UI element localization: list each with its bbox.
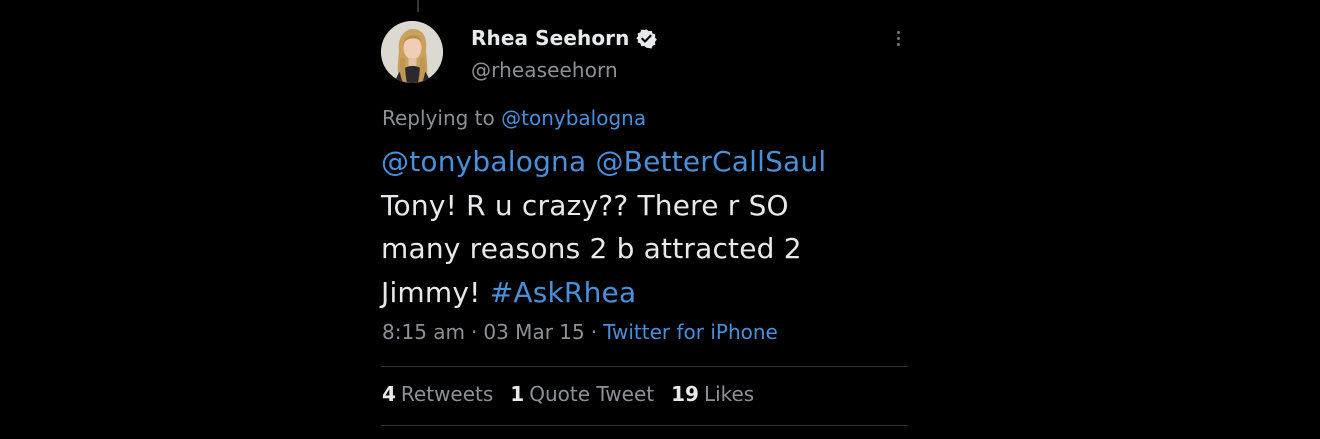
meta-separator: · bbox=[590, 320, 598, 344]
avatar-image bbox=[381, 21, 443, 83]
tweet-date[interactable]: 03 Mar 15 bbox=[483, 320, 584, 344]
likes-label: Likes bbox=[703, 382, 755, 406]
tweet-stats: 4 Retweets 1 Quote Tweet 19 Likes bbox=[382, 382, 754, 406]
thread-connector-line bbox=[417, 0, 419, 12]
replying-to-line: Replying to @tonybalogna bbox=[382, 106, 646, 130]
tweet-text-line-4: Jimmy! #AskRhea bbox=[381, 271, 881, 315]
divider-bottom bbox=[381, 425, 908, 426]
verified-badge-icon bbox=[636, 28, 658, 49]
author-display-name[interactable]: Rhea Seehorn bbox=[471, 26, 629, 50]
mention-tonybalogna[interactable]: @tonybalogna bbox=[381, 145, 586, 178]
replying-prefix: Replying to bbox=[382, 106, 495, 130]
divider-top bbox=[381, 366, 908, 367]
replying-to-mention[interactable]: @tonybalogna bbox=[501, 106, 646, 130]
author-name-row: Rhea Seehorn bbox=[471, 24, 658, 52]
tweet-metadata: 8:15 am · 03 Mar 15 · Twitter for iPhone bbox=[382, 320, 778, 344]
likes-count: 19 bbox=[671, 382, 699, 406]
tweet-time[interactable]: 8:15 am bbox=[382, 320, 465, 344]
likes-stat[interactable]: 19 Likes bbox=[671, 382, 754, 406]
more-options-icon[interactable] bbox=[888, 24, 908, 52]
tweet-text-line-2: Tony! R u crazy?? There r SO bbox=[381, 188, 789, 222]
hashtag-askrhea[interactable]: #AskRhea bbox=[490, 276, 637, 309]
tweet-screenshot: Rhea Seehorn @rheaseehorn Replying to @t… bbox=[0, 0, 1320, 439]
tweet-text: @tonybalogna @BetterCallSaul Tony! R u c… bbox=[381, 140, 881, 314]
retweets-count: 4 bbox=[382, 382, 396, 406]
tweet-text-line-4-prefix: Jimmy! bbox=[381, 275, 481, 309]
quote-tweets-count: 1 bbox=[510, 382, 525, 406]
retweets-label: Retweets bbox=[400, 382, 494, 406]
mention-bettercallsaul[interactable]: @BetterCallSaul bbox=[595, 145, 826, 178]
retweets-stat[interactable]: 4 Retweets bbox=[382, 382, 493, 406]
quote-tweets-label: Quote Tweet bbox=[529, 382, 655, 406]
avatar[interactable] bbox=[381, 21, 443, 83]
author-handle[interactable]: @rheaseehorn bbox=[471, 58, 618, 82]
tweet-source[interactable]: Twitter for iPhone bbox=[603, 320, 778, 344]
meta-separator: · bbox=[471, 320, 478, 344]
tweet-text-line-1: @tonybalogna @BetterCallSaul bbox=[381, 140, 881, 184]
tweet-text-line-3: many reasons 2 b attracted 2 bbox=[381, 232, 802, 265]
quote-tweets-stat[interactable]: 1 Quote Tweet bbox=[510, 382, 654, 406]
